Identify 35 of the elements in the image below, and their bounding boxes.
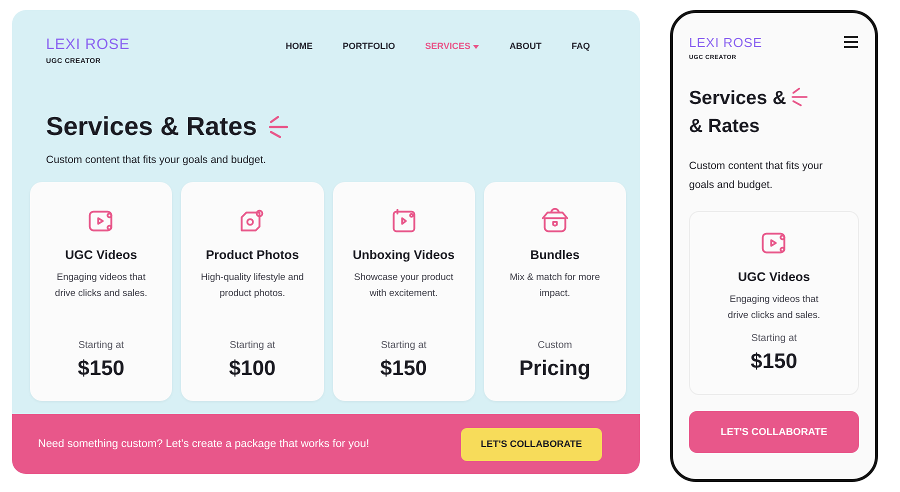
menu-icon[interactable]	[843, 35, 859, 49]
price-label: Custom	[538, 340, 572, 351]
nav-link[interactable]: ABOUT	[509, 41, 542, 51]
price-label: Starting at	[78, 340, 124, 351]
service-name: UGC Videos	[738, 270, 810, 284]
service-description: Showcase your product with excitement.	[352, 271, 454, 301]
price-label: Starting at	[751, 333, 797, 344]
service-description: Engaging videos that drive clicks and sales.	[726, 293, 822, 323]
nav-link[interactable]: HOME	[286, 41, 313, 51]
service-name: Product Photos	[206, 248, 299, 262]
nav-link[interactable]: PORTFOLIO	[342, 41, 396, 51]
price-label: Starting at	[230, 340, 276, 351]
page-title: & Rates	[689, 115, 761, 139]
service-name: Bundles	[530, 248, 580, 262]
price: Pricing	[519, 357, 590, 381]
price-label: Starting at	[380, 340, 426, 351]
price: $100	[229, 357, 276, 381]
service-description: Engaging videos that drive clicks and sales.	[54, 271, 148, 301]
page-title: Services &	[689, 87, 786, 111]
brand-name[interactable]: LEXI ROSE	[689, 35, 762, 50]
sparkle-icon	[790, 85, 810, 109]
page-subtitle: Custom content that fits your goals and budget.	[689, 159, 824, 193]
price: $150	[380, 357, 427, 381]
service-description: High-quality lifestyle and product photos.	[200, 271, 305, 301]
banner-text: Need something custom? Let’s create a package that works for you!	[38, 438, 370, 450]
page-title: Services & Rates	[46, 111, 258, 142]
nav-link[interactable]: FAQ	[571, 41, 590, 51]
caret-icon	[473, 45, 480, 49]
service-name: UGC Videos	[65, 248, 138, 262]
service-name: Unboxing Videos	[352, 248, 455, 262]
price: $150	[750, 350, 798, 374]
collaborate-button[interactable]: LET'S COLLABORATE	[460, 428, 602, 460]
service-description: Mix & match for more impact.	[508, 271, 602, 301]
price: $150	[78, 357, 124, 381]
page-subtitle: Custom content that fits your goals and budget.	[46, 154, 268, 166]
